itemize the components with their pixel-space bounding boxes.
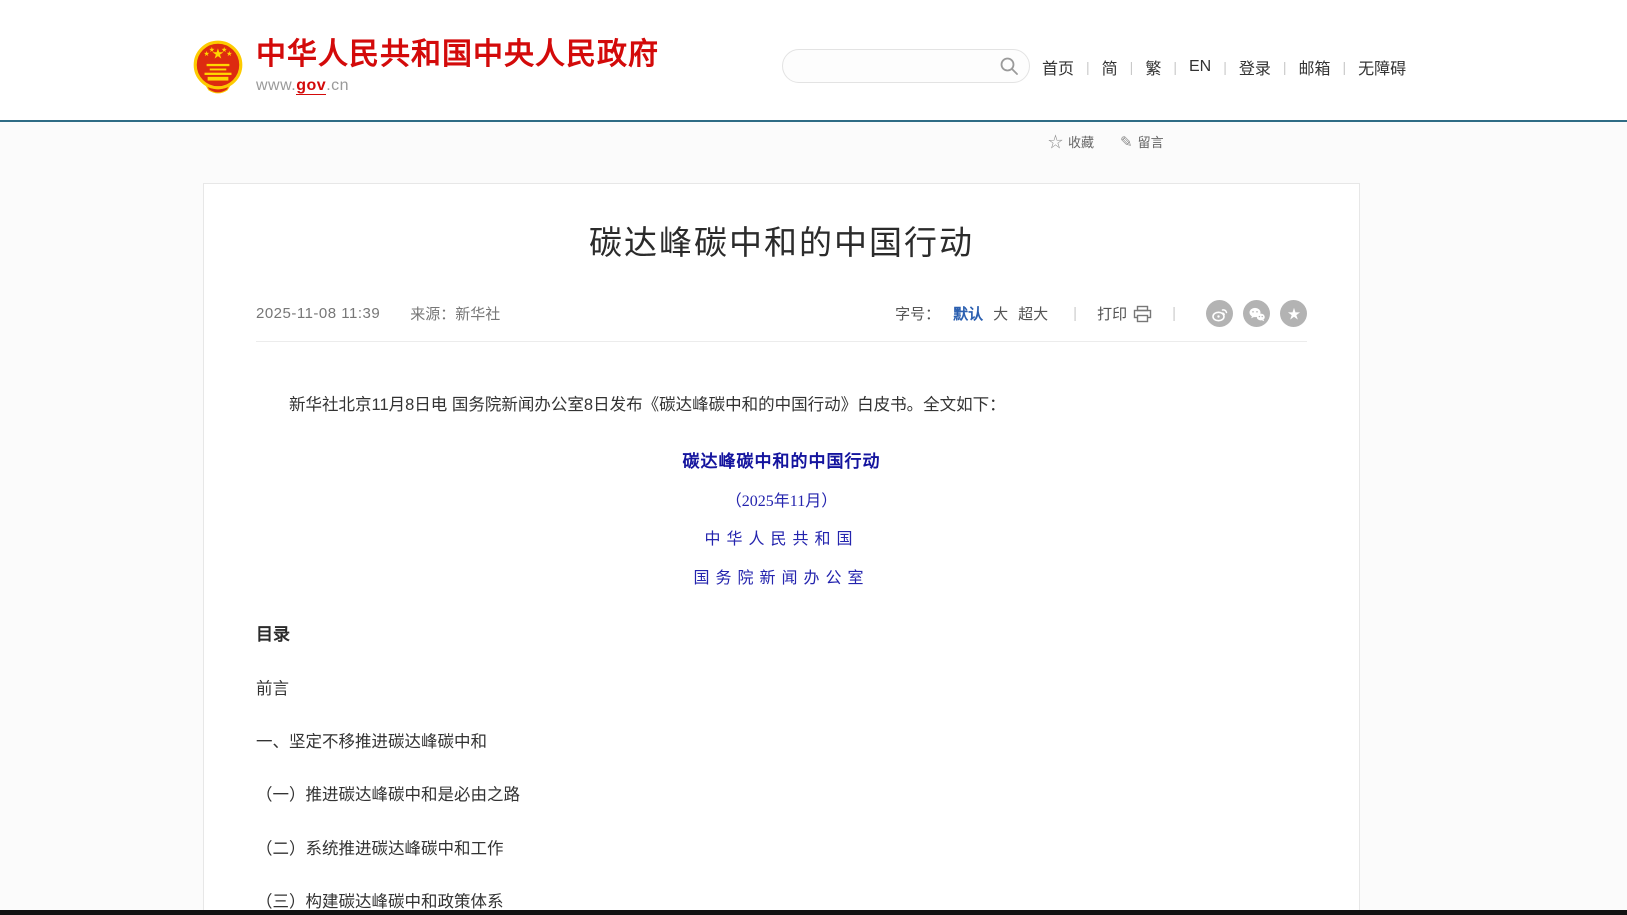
favorite-label: 收藏 <box>1068 132 1094 151</box>
nav-traditional-label: 繁 <box>1145 55 1161 79</box>
bottom-edge-bar <box>0 910 1627 915</box>
svg-text:★: ★ <box>1287 306 1300 321</box>
toc-title: 目录 <box>256 621 1307 648</box>
nav-english[interactable]: EN <box>1189 58 1239 76</box>
comment-button[interactable]: ✎ 留言 <box>1120 132 1164 151</box>
nav-login-label: 登录 <box>1239 55 1271 79</box>
source-value: 新华社 <box>455 303 500 324</box>
share-weibo-button[interactable] <box>1206 300 1233 327</box>
star-share-icon: ★ <box>1285 305 1303 323</box>
share-wechat-button[interactable] <box>1243 300 1270 327</box>
share-icons: ★ <box>1196 300 1307 327</box>
article-meta-right: 字号： 默认 大 超大 | 打印 | <box>895 300 1307 327</box>
site-url: www.gov.cn <box>256 77 659 95</box>
document-org-line1: 中华人民共和国 <box>256 527 1307 553</box>
search-box[interactable] <box>782 49 1030 83</box>
nav-simplified[interactable]: 简 <box>1102 55 1146 79</box>
document-date: （2025年11月） <box>256 489 1307 515</box>
nav-mail[interactable]: 邮箱 <box>1299 55 1359 79</box>
meta-separator: | <box>1073 305 1077 322</box>
intro-paragraph: 新华社北京11月8日电 国务院新闻办公室8日发布《碳达峰碳中和的中国行动》白皮书… <box>256 392 1307 418</box>
comment-label: 留言 <box>1138 132 1164 151</box>
fontsize-large-button[interactable]: 大 <box>993 303 1008 324</box>
page-actions: ☆ 收藏 ✎ 留言 <box>1048 131 1190 152</box>
star-outline-icon: ☆ <box>1048 131 1063 152</box>
pencil-icon: ✎ <box>1120 133 1133 151</box>
fontsize-xlarge-button[interactable]: 超大 <box>1018 303 1048 324</box>
svg-text:★: ★ <box>227 51 233 58</box>
nav-simplified-label: 简 <box>1102 55 1118 79</box>
article-body: 新华社北京11月8日电 国务院新闻办公室8日发布《碳达峰碳中和的中国行动》白皮书… <box>256 342 1307 915</box>
search-input[interactable] <box>783 50 999 82</box>
weibo-icon <box>1211 305 1229 323</box>
source-label: 来源： <box>410 303 455 324</box>
print-label: 打印 <box>1097 303 1127 324</box>
toc-item: （一）推进碳达峰碳中和是必由之路 <box>256 782 1307 808</box>
nav-mail-label: 邮箱 <box>1299 55 1331 79</box>
site-url-cn: .cn <box>326 77 349 94</box>
nav-home[interactable]: 首页 <box>1042 55 1102 79</box>
meta-separator: | <box>1172 305 1176 322</box>
document-title: 碳达峰碳中和的中国行动 <box>256 448 1307 475</box>
document-org-line2: 国务院新闻办公室 <box>256 566 1307 592</box>
nav-traditional[interactable]: 繁 <box>1145 55 1189 79</box>
nav-accessibility-label: 无障碍 <box>1358 55 1406 79</box>
header-divider-line <box>0 120 1627 122</box>
document-heading: 碳达峰碳中和的中国行动 （2025年11月） 中华人民共和国 国务院新闻办公室 <box>256 448 1307 591</box>
printer-icon <box>1133 305 1152 323</box>
wechat-icon <box>1248 305 1266 323</box>
logo-text: 中华人民共和国中央人民政府 www.gov.cn <box>256 38 659 95</box>
publish-date: 2025-11-08 11:39 <box>256 305 380 322</box>
fontsize-default-button[interactable]: 默认 <box>953 303 983 324</box>
nav-accessibility[interactable]: 无障碍 <box>1358 55 1406 79</box>
toc-item: （二）系统推进碳达峰碳中和工作 <box>256 836 1307 862</box>
article-meta-left: 2025-11-08 11:39 来源： 新华社 <box>256 303 500 324</box>
site-title: 中华人民共和国中央人民政府 <box>256 38 659 72</box>
fontsize-label: 字号： <box>895 303 940 324</box>
article-card: 碳达峰碳中和的中国行动 2025-11-08 11:39 来源： 新华社 字号：… <box>203 183 1360 915</box>
top-nav: 首页 简 繁 EN 登录 邮箱 无障碍 <box>1042 53 1406 81</box>
svg-text:★: ★ <box>209 46 215 53</box>
nav-home-label: 首页 <box>1042 55 1074 79</box>
article-meta-row: 2025-11-08 11:39 来源： 新华社 字号： 默认 大 超大 | 打… <box>256 300 1307 342</box>
search-icon[interactable] <box>999 56 1019 76</box>
toc-item: 一、坚定不移推进碳达峰碳中和 <box>256 729 1307 755</box>
nav-english-label: EN <box>1189 58 1211 76</box>
nav-login[interactable]: 登录 <box>1239 55 1299 79</box>
print-button[interactable]: 打印 <box>1097 303 1152 324</box>
site-url-gov: gov <box>296 77 326 95</box>
article-title: 碳达峰碳中和的中国行动 <box>204 216 1359 264</box>
share-more-button[interactable]: ★ <box>1280 300 1307 327</box>
site-url-www: www. <box>256 77 296 94</box>
favorite-button[interactable]: ☆ 收藏 <box>1048 131 1094 152</box>
site-header: ★ ★ ★ ★ ★ 中华人民共和国中央人民政府 www.gov.cn 首页 简 … <box>0 0 1627 121</box>
site-logo[interactable]: ★ ★ ★ ★ ★ 中华人民共和国中央人民政府 www.gov.cn <box>190 38 659 96</box>
toc-item: 前言 <box>256 676 1307 702</box>
national-emblem-icon: ★ ★ ★ ★ ★ <box>190 38 246 96</box>
